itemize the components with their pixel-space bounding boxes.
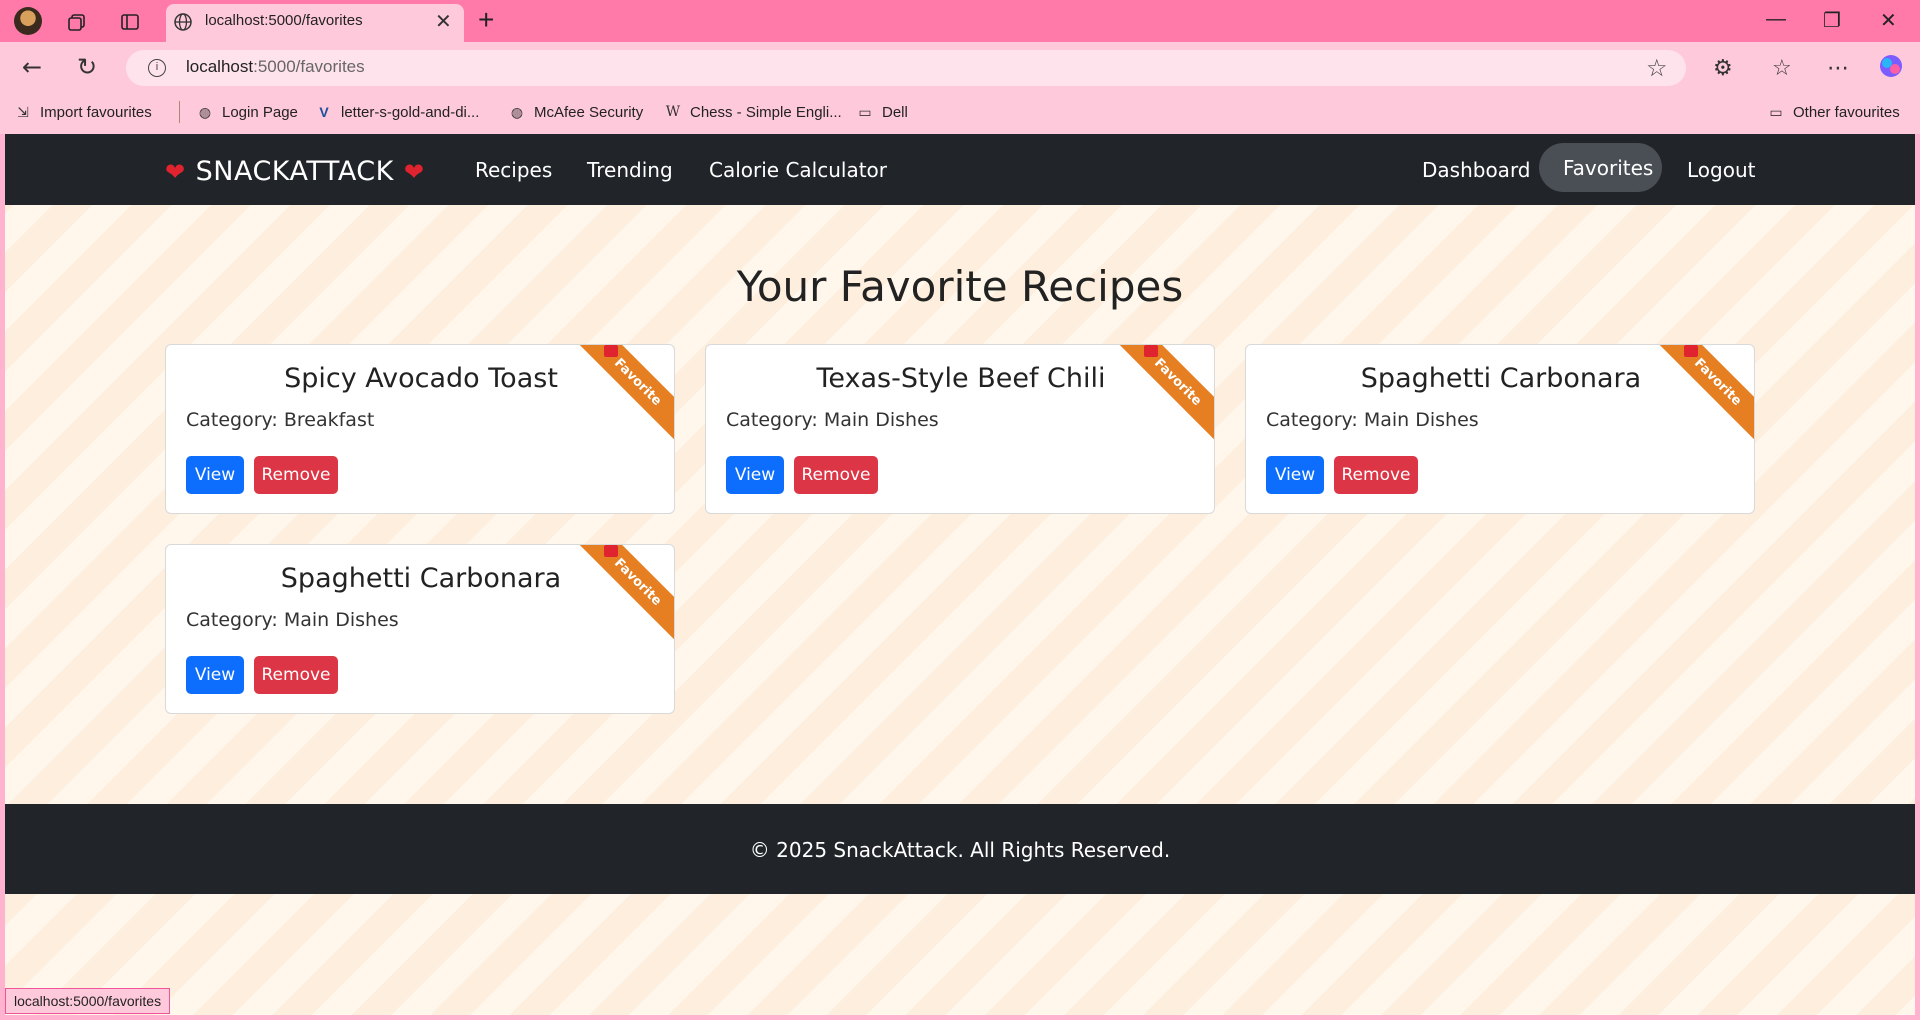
recipe-title: Texas-Style Beef Chili bbox=[816, 363, 1106, 394]
heart-icon bbox=[604, 545, 618, 557]
heart-icon bbox=[1684, 345, 1698, 357]
page-viewport: ❤ SNACKATTACK ❤ Recipes Trending Calorie… bbox=[5, 134, 1915, 1015]
view-button[interactable]: View bbox=[1266, 456, 1324, 494]
remove-button[interactable]: Remove bbox=[794, 456, 878, 494]
heart-icon: ❤ bbox=[165, 157, 186, 186]
recipe-card: Favorite Spaghetti Carbonara Category: M… bbox=[165, 544, 675, 714]
recipe-category: Category: Breakfast bbox=[186, 409, 375, 431]
bookmark-login-page[interactable]: ◍ Login Page bbox=[196, 103, 298, 121]
favorite-ribbon: Favorite bbox=[570, 345, 674, 450]
site-navbar: ❤ SNACKATTACK ❤ Recipes Trending Calorie… bbox=[5, 134, 1915, 205]
minimize-icon[interactable]: — bbox=[1766, 8, 1786, 31]
site-footer: © 2025 SnackAttack. All Rights Reserved. bbox=[5, 804, 1915, 894]
view-button[interactable]: View bbox=[186, 656, 244, 694]
nav-dashboard[interactable]: Dashboard bbox=[1422, 158, 1531, 182]
brand-logo[interactable]: ❤ SNACKATTACK ❤ bbox=[165, 156, 424, 187]
workspaces-icon[interactable] bbox=[64, 9, 90, 35]
remove-button[interactable]: Remove bbox=[1334, 456, 1418, 494]
nav-trending[interactable]: Trending bbox=[587, 158, 673, 182]
recipe-title: Spicy Avocado Toast bbox=[284, 363, 558, 394]
url-text[interactable]: localhost:5000/favorites bbox=[186, 57, 365, 77]
bookmark-dell[interactable]: ▭ Dell bbox=[856, 103, 907, 121]
view-button[interactable]: View bbox=[726, 456, 784, 494]
restore-icon[interactable]: ❐ bbox=[1823, 8, 1841, 33]
profile-avatar[interactable] bbox=[14, 7, 42, 35]
nav-recipes[interactable]: Recipes bbox=[475, 158, 552, 182]
favourites-icon[interactable]: ☆ bbox=[1772, 56, 1792, 81]
wikipedia-icon: W bbox=[665, 104, 681, 120]
copilot-icon[interactable] bbox=[1878, 53, 1904, 85]
globe-icon: ◍ bbox=[198, 103, 212, 120]
nav-logout[interactable]: Logout bbox=[1687, 158, 1755, 182]
recipe-category: Category: Main Dishes bbox=[1266, 409, 1479, 431]
bookmark-separator bbox=[179, 101, 180, 123]
heart-icon bbox=[604, 345, 618, 357]
view-button[interactable]: View bbox=[186, 456, 244, 494]
window-close-icon[interactable]: ✕ bbox=[1880, 8, 1897, 33]
back-icon[interactable]: ← bbox=[22, 53, 42, 81]
more-menu-icon[interactable]: ⋯ bbox=[1827, 56, 1849, 81]
vertical-tabs-icon[interactable] bbox=[117, 9, 143, 35]
nav-favorites[interactable]: Favorites bbox=[1563, 156, 1653, 180]
vector-icon: V bbox=[319, 104, 329, 120]
status-bar-url: localhost:5000/favorites bbox=[5, 988, 171, 1014]
brand-name: SNACKATTACK bbox=[195, 156, 394, 187]
heart-icon: ❤ bbox=[403, 157, 425, 186]
other-favourites[interactable]: ▭ Other favourites bbox=[1767, 103, 1899, 121]
recipe-card: Favorite Spicy Avocado Toast Category: B… bbox=[165, 344, 675, 514]
favorite-ribbon: Favorite bbox=[1110, 345, 1214, 450]
tab-close-icon[interactable]: ✕ bbox=[435, 9, 452, 33]
page-title: Your Favorite Recipes bbox=[736, 262, 1184, 311]
recipe-title: Spaghetti Carbonara bbox=[1360, 363, 1642, 394]
favorite-ribbon: Favorite bbox=[1650, 345, 1754, 450]
site-info-icon[interactable]: i bbox=[148, 59, 166, 77]
folder-icon: ▭ bbox=[1769, 103, 1783, 120]
recipe-category: Category: Main Dishes bbox=[186, 609, 399, 631]
refresh-icon[interactable]: ↻ bbox=[77, 53, 97, 81]
tab-title: localhost:5000/favorites bbox=[205, 12, 363, 29]
recipe-category: Category: Main Dishes bbox=[726, 409, 939, 431]
recipe-card: Favorite Spaghetti Carbonara Category: M… bbox=[1245, 344, 1755, 514]
globe-icon: ◍ bbox=[510, 103, 524, 120]
nav-calorie-calculator[interactable]: Calorie Calculator bbox=[709, 158, 887, 182]
recipe-title: Spaghetti Carbonara bbox=[280, 563, 562, 594]
favorite-star-icon[interactable]: ☆ bbox=[1646, 54, 1668, 82]
bookmark-import-favourites[interactable]: ⇲ Import favourites bbox=[14, 103, 152, 121]
import-icon: ⇲ bbox=[17, 103, 29, 120]
remove-button[interactable]: Remove bbox=[254, 656, 338, 694]
bookmark-chess[interactable]: W Chess - Simple Engli... bbox=[664, 103, 842, 121]
globe-icon bbox=[170, 9, 196, 35]
remove-button[interactable]: Remove bbox=[254, 456, 338, 494]
favorite-ribbon: Favorite bbox=[570, 545, 674, 650]
footer-copyright: © 2025 SnackAttack. All Rights Reserved. bbox=[749, 838, 1171, 862]
extensions-icon[interactable]: ⚙ bbox=[1713, 56, 1733, 81]
heart-icon bbox=[1144, 345, 1158, 357]
bookmark-letter-s[interactable]: Vletter-s-gold-and-di... bbox=[315, 103, 479, 121]
new-tab-icon[interactable]: + bbox=[478, 4, 494, 36]
bookmark-mcafee[interactable]: ◍ McAfee Security bbox=[508, 103, 643, 121]
folder-icon: ▭ bbox=[858, 103, 872, 120]
recipe-card: Favorite Texas-Style Beef Chili Category… bbox=[705, 344, 1215, 514]
